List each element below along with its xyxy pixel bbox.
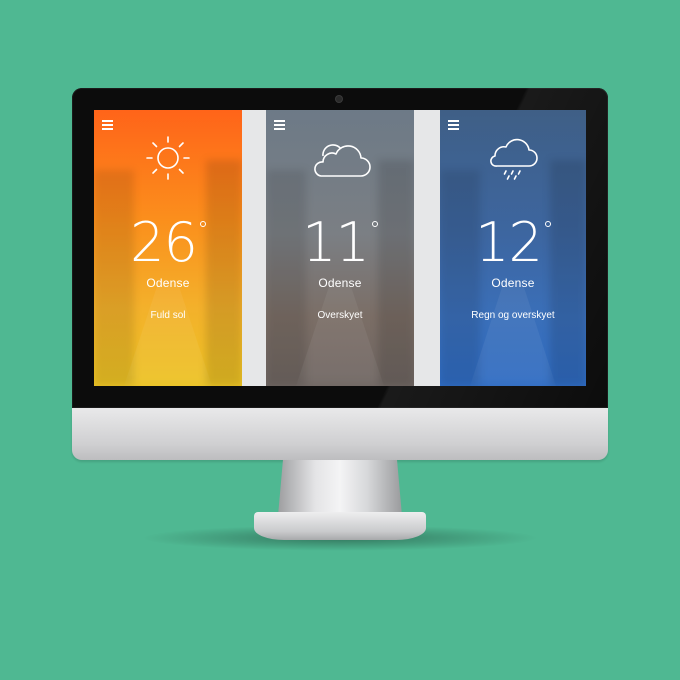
temperature-value: 11 xyxy=(302,211,370,274)
rain-cloud-icon xyxy=(490,138,538,180)
temperature-display: 26 xyxy=(94,213,242,273)
hamburger-menu-icon[interactable] xyxy=(102,120,113,130)
hamburger-menu-icon[interactable] xyxy=(448,120,459,130)
degree-symbol xyxy=(199,221,206,227)
weather-card-sunny[interactable]: 26 Odense Fuld sol xyxy=(94,110,242,386)
city-name: Odense xyxy=(491,276,535,290)
monitor-screen: 26 Odense Fuld sol 11 Odense Overskyet 1… xyxy=(94,110,586,386)
temperature-value: 26 xyxy=(130,211,198,274)
cloud-icon xyxy=(314,144,371,177)
weather-condition: Overskyet xyxy=(317,310,363,321)
city-name: Odense xyxy=(146,276,190,290)
camera-icon xyxy=(336,96,342,102)
temperature-display: 11 xyxy=(266,213,414,273)
weather-card-cloudy[interactable]: 11 Odense Overskyet xyxy=(266,110,414,386)
monitor-chin xyxy=(72,408,608,460)
degree-symbol xyxy=(371,221,378,227)
temperature-value: 12 xyxy=(475,211,543,274)
degree-symbol xyxy=(544,221,551,227)
sun-icon xyxy=(146,136,190,180)
scene: 26 Odense Fuld sol 11 Odense Overskyet 1… xyxy=(0,0,680,680)
weather-condition: Fuld sol xyxy=(150,310,186,321)
hamburger-menu-icon[interactable] xyxy=(274,120,285,130)
temperature-display: 12 xyxy=(440,213,586,273)
weather-condition: Regn og overskyet xyxy=(471,310,555,321)
monitor-stand-neck xyxy=(278,460,402,516)
monitor-stand-base xyxy=(254,512,426,540)
city-name: Odense xyxy=(318,276,362,290)
weather-card-rain[interactable]: 12 Odense Regn og overskyet xyxy=(440,110,586,386)
